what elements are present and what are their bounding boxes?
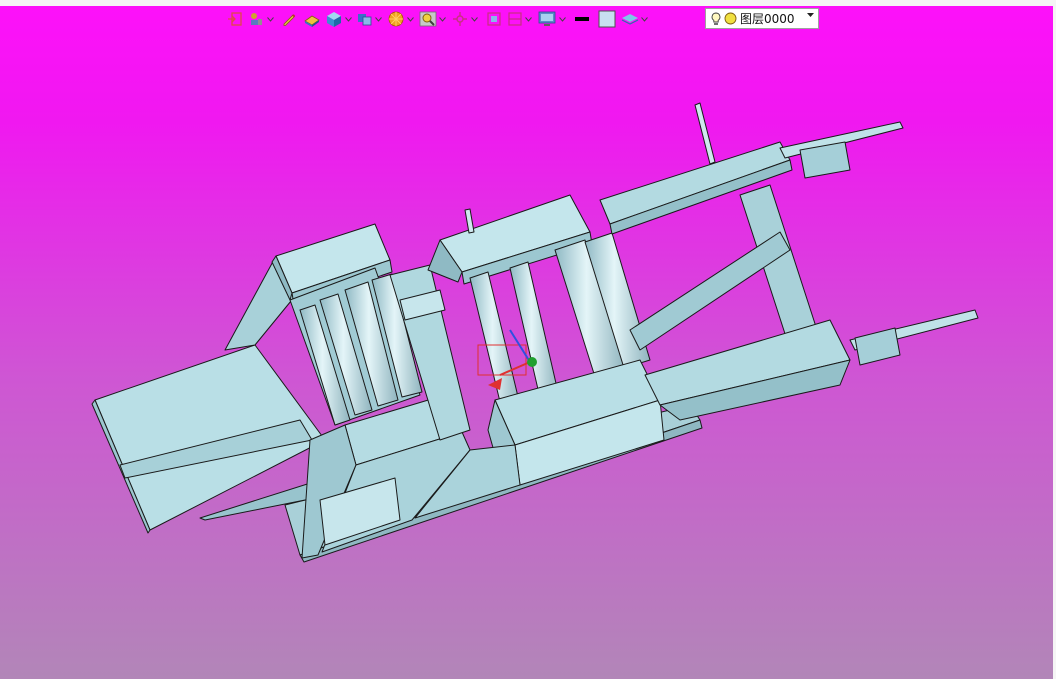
machine-3d-model[interactable] [0,0,1056,679]
